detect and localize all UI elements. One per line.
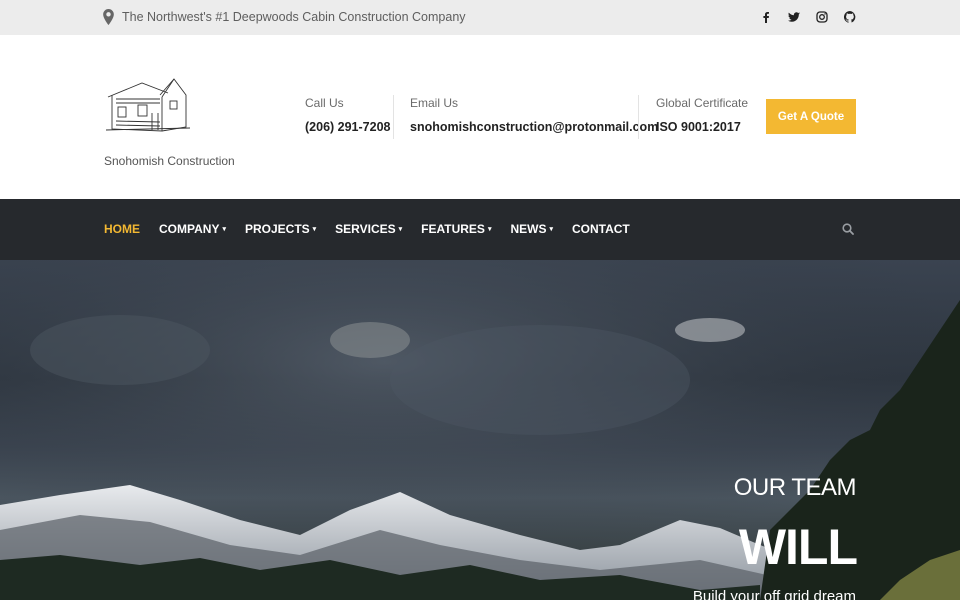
certificate-block: Global Certificate ISO 9001:2017 [656, 96, 748, 134]
certificate-label: Global Certificate [656, 96, 749, 110]
divider [638, 95, 639, 139]
call-us-label: Call Us [305, 96, 344, 110]
main-nav: HOME COMPANY ▾ PROJECTS ▾ SERVICES ▾ FEA… [0, 199, 960, 260]
nav-item-label: NEWS [510, 222, 547, 236]
hero-subtitle: OUR TEAM [733, 474, 857, 501]
chevron-down-icon: ▾ [312, 226, 317, 233]
search-icon[interactable] [842, 223, 854, 235]
instagram-icon[interactable] [815, 10, 828, 23]
email-address[interactable]: snohomishconstruction@protonmail.com [410, 120, 658, 134]
map-marker-icon [103, 9, 114, 25]
facebook-icon[interactable] [759, 10, 772, 23]
chevron-down-icon: ▾ [549, 226, 553, 233]
nav-item-label: COMPANY [159, 222, 220, 236]
chevron-down-icon: ▾ [398, 226, 403, 233]
nav-item-features[interactable]: FEATURES ▾ [421, 222, 491, 236]
nav-item-contact[interactable]: CONTACT [572, 222, 630, 236]
twitter-icon[interactable] [787, 10, 800, 23]
divider [393, 95, 394, 139]
hero-slider: OUR TEAM WILL Build your off grid dream [0, 260, 960, 600]
chevron-down-icon: ▾ [487, 226, 492, 233]
github-icon[interactable] [843, 10, 856, 23]
logo-text[interactable]: Snohomish Construction [104, 154, 235, 168]
social-links [759, 10, 856, 23]
nav-item-projects[interactable]: PROJECTS ▾ [245, 222, 316, 236]
nav-item-company[interactable]: COMPANY ▾ [159, 222, 226, 236]
nav-item-label: SERVICES [335, 222, 396, 236]
certificate-value: ISO 9001:2017 [656, 120, 741, 134]
hero-tagline: Build your off grid dream [692, 588, 856, 600]
email-us-block: Email Us snohomishconstruction@protonmai… [410, 96, 658, 134]
nav-item-home[interactable]: HOME [104, 222, 140, 236]
site-header: Snohomish Construction Call Us (206) 291… [0, 35, 960, 199]
nav-item-news[interactable]: NEWS ▾ [510, 222, 553, 236]
nav-item-label: CONTACT [571, 222, 630, 236]
get-a-quote-button[interactable]: Get A Quote [766, 99, 856, 134]
phone-number[interactable]: (206) 291-7208 [305, 120, 390, 134]
call-us-block: Call Us (206) 291-7208 [305, 96, 390, 134]
hero-title: WILL [738, 519, 858, 575]
email-us-label: Email Us [410, 96, 459, 110]
location: The Northwest's #1 Deepwoods Cabin Const… [103, 9, 466, 25]
top-bar: The Northwest's #1 Deepwoods Cabin Const… [0, 0, 960, 35]
tagline: The Northwest's #1 Deepwoods Cabin Const… [122, 10, 466, 24]
nav-item-services[interactable]: SERVICES ▾ [335, 222, 402, 236]
nav-item-label: PROJECTS [244, 222, 310, 236]
chevron-down-icon: ▾ [222, 226, 226, 233]
nav-item-label: HOME [104, 222, 140, 236]
nav-item-label: FEATURES [421, 222, 485, 236]
logo-cabin-sketch[interactable] [104, 75, 194, 135]
